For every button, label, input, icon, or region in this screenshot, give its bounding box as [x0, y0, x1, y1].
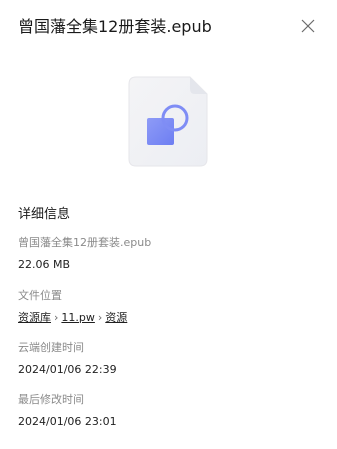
file-preview-icon — [128, 76, 208, 167]
path-separator: › — [97, 311, 103, 324]
details-section-title: 详细信息 — [18, 207, 71, 222]
location-path: 资源库 › 11.pw › 资源 — [18, 310, 127, 325]
path-link-library[interactable]: 资源库 — [18, 311, 51, 324]
created-label: 云端创建时间 — [18, 341, 84, 354]
close-icon — [301, 19, 315, 33]
file-preview — [128, 76, 208, 167]
modified-value: 2024/01/06 23:01 — [18, 415, 117, 428]
file-name-text: 曾国藩全集12册套装.epub — [18, 236, 152, 249]
file-details-panel: 曾国藩全集12册套装.epub 详细信息 曾国藩全集12册套装.epub 22.… — [0, 0, 337, 449]
location-label: 文件位置 — [18, 289, 62, 302]
modified-label: 最后修改时间 — [18, 393, 84, 406]
path-link-resources[interactable]: 资源 — [105, 311, 127, 324]
created-value: 2024/01/06 22:39 — [18, 363, 117, 376]
path-link-11pw[interactable]: 11.pw — [61, 311, 94, 324]
file-title: 曾国藩全集12册套装.epub — [18, 17, 212, 36]
path-separator: › — [54, 311, 59, 324]
close-button[interactable] — [297, 15, 319, 37]
file-size-value: 22.06 MB — [18, 258, 71, 271]
